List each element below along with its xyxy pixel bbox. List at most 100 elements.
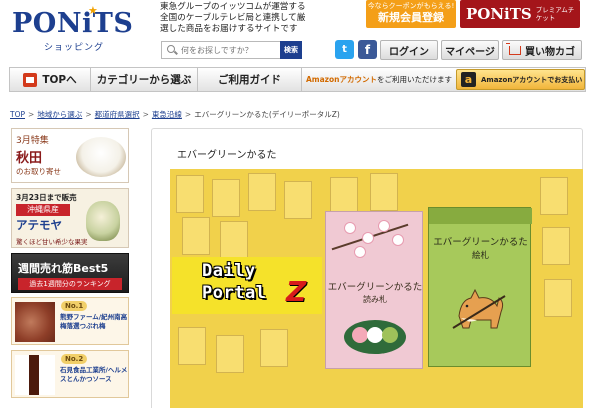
atemoya-banner[interactable]: 3月23日まで販売 沖縄県産 アテモヤ 驚くほど甘い希少な果実 — [11, 188, 129, 248]
yomifuda-title: エバーグリーンかるた — [327, 282, 423, 293]
efuda-box: エバーグリーンかるた 絵札 — [428, 207, 532, 367]
background-card — [260, 329, 288, 367]
background-card — [284, 181, 312, 219]
breadcrumb-top[interactable]: TOP — [10, 110, 25, 119]
search-button[interactable]: 検索 — [280, 41, 302, 59]
background-card — [540, 177, 568, 215]
premium-ticket-banner[interactable]: PONiTS プレミアムチケット — [460, 0, 580, 28]
dango-icon — [382, 327, 398, 343]
nav-category[interactable]: カテゴリーから選ぶ — [91, 68, 198, 91]
twitter-icon[interactable]: t — [335, 40, 354, 59]
amazon-pay-label: Amazonアカウントでお支払い — [481, 75, 583, 84]
atemoya-date: 3月23日まで販売 — [16, 193, 77, 202]
efuda-title: エバーグリーンかるた — [433, 237, 528, 248]
background-card — [178, 327, 206, 365]
rank-medal: No.2 — [61, 354, 88, 364]
logo-line-portal: Portal — [202, 283, 267, 303]
breadcrumb-prefecture[interactable]: 都道府県選択 — [95, 110, 140, 119]
ranking-item-name: 石見食品工業所/ヘルメスとんかつソース — [60, 366, 128, 383]
amazon-pay-button[interactable]: a Amazonアカウントでお支払い — [456, 69, 585, 90]
yomifuda-subtitle: 読み札 — [363, 295, 387, 304]
breadcrumb-separator: > — [142, 110, 149, 119]
cart-label: 買い物カゴ — [525, 46, 575, 58]
cart-button[interactable]: 買い物カゴ — [502, 40, 582, 60]
weekly-best-banner[interactable]: 週間売れ筋Best5 過去1週間分のランキング — [11, 253, 129, 293]
site-logo[interactable]: PONiTS ★ ショッピング — [12, 4, 152, 53]
yomifuda-box: エバーグリーンかるた 読み札 — [325, 211, 423, 369]
logo-star-icon: ★ — [88, 4, 98, 17]
background-card — [544, 279, 572, 317]
efuda-subtitle: 絵札 — [471, 251, 489, 261]
login-button[interactable]: ログイン — [380, 40, 438, 60]
akita-feature-banner[interactable]: 3月特集 秋田 のお取り寄せ — [11, 128, 129, 183]
search-icon — [166, 44, 178, 56]
facebook-icon[interactable]: f — [358, 40, 377, 59]
premium-tag: プレミアムチケット — [535, 6, 575, 22]
background-card — [248, 173, 276, 211]
atemoya-fruit-image — [86, 201, 120, 241]
breadcrumb-separator: > — [85, 110, 92, 119]
logo-text: PONiTS — [12, 8, 134, 39]
nav-guide[interactable]: ご利用ガイド — [198, 68, 302, 91]
premium-brand: PONiTS — [466, 5, 532, 23]
rice-bowl-image — [76, 137, 126, 177]
ranking-item-name: 熊野ファーム/紀州南高梅落選つぶれ梅 — [60, 313, 128, 330]
new-member-coupon-text: 今ならクーポンがもらえる! — [367, 2, 455, 10]
weekly-best-subtitle: 過去1週間分のランキング — [18, 278, 122, 290]
amazon-account-note: Amazonアカウント をご利用いただけます — [302, 68, 456, 91]
amazon-account-word: Amazonアカウント — [305, 75, 378, 84]
logo-subtitle: ショッピング — [44, 43, 105, 53]
blossom-icon — [344, 222, 356, 234]
background-card — [176, 175, 204, 213]
background-card — [330, 177, 358, 215]
rank-medal: No.1 — [61, 301, 88, 311]
cart-icon — [506, 42, 521, 55]
main-nav: TOPへ カテゴリーから選ぶ ご利用ガイド Amazonアカウント をご利用いただ… — [9, 67, 586, 92]
atemoya-region-badge: 沖縄県産 — [16, 204, 70, 216]
daily-portal-z-logo: Daily Portal Z — [172, 257, 322, 314]
site-tagline: 東急グループのイッツコムが運営する全国のケーブルテレビ局と連携して厳選した商品を… — [160, 2, 306, 35]
breadcrumb-current: エバーグリーンかるた(デイリーポータルZ) — [194, 110, 340, 119]
background-card — [542, 227, 570, 265]
amazon-account-rest: をご利用いただけます — [377, 75, 453, 84]
nav-top[interactable]: TOPへ — [10, 68, 91, 91]
breadcrumb-separator: > — [184, 110, 192, 119]
product-title: エバーグリーンかるた — [177, 150, 277, 161]
background-card — [220, 221, 248, 259]
blossom-icon — [378, 220, 390, 232]
atemoya-subtitle: 驚くほど甘い希少な果実 — [16, 238, 88, 246]
shiba-dog-illustration — [452, 288, 506, 329]
ranking-item-1[interactable]: No.1 熊野ファーム/紀州南高梅落選つぶれ梅 — [11, 297, 129, 345]
breadcrumb-region[interactable]: 地域から選ぶ — [37, 110, 82, 119]
home-icon — [23, 72, 38, 87]
blossom-icon — [362, 232, 374, 244]
background-card — [212, 179, 240, 217]
efuda-box-lid — [429, 208, 532, 224]
akita-issue: 3月特集 — [16, 136, 49, 146]
product-panel: エバーグリーンかるた Daily Portal Z エバーグリーンかるた 読み札… — [151, 128, 583, 408]
ranking-item-2[interactable]: No.2 石見食品工業所/ヘルメスとんかつソース — [11, 350, 129, 398]
breadcrumb-separator: > — [28, 110, 35, 119]
akita-subtitle: のお取り寄せ — [16, 167, 61, 176]
breadcrumb-tokyu-line[interactable]: 東急沿線 — [152, 110, 182, 119]
background-card — [182, 217, 210, 255]
logo-z: Z — [286, 275, 307, 308]
mypage-button[interactable]: マイページ — [441, 40, 499, 60]
background-card — [216, 335, 244, 373]
background-card — [370, 173, 398, 211]
blossom-icon — [354, 246, 366, 258]
new-member-banner[interactable]: 今ならクーポンがもらえる! 新規会員登録 — [366, 0, 456, 28]
atemoya-title: アテモヤ — [16, 218, 62, 232]
product-photo[interactable]: Daily Portal Z エバーグリーンかるた 読み札 エバーグリーンかるた… — [170, 169, 583, 408]
weekly-best-title: 週間売れ筋Best5 — [18, 262, 109, 275]
nav-top-label: TOPへ — [42, 74, 77, 86]
breadcrumb: TOP > 地域から選ぶ > 都道府県選択 > 東急沿線 > エバーグリーンかるた(デイリーポー… — [10, 109, 340, 120]
ranking-item-image — [15, 302, 55, 342]
dango-icon — [367, 327, 383, 343]
amazon-icon: a — [461, 72, 476, 87]
blossom-icon — [392, 234, 404, 246]
dango-icon — [352, 327, 368, 343]
ranking-item-image — [15, 355, 55, 395]
new-member-label: 新規会員登録 — [378, 11, 444, 24]
logo-line-daily: Daily — [202, 261, 256, 281]
